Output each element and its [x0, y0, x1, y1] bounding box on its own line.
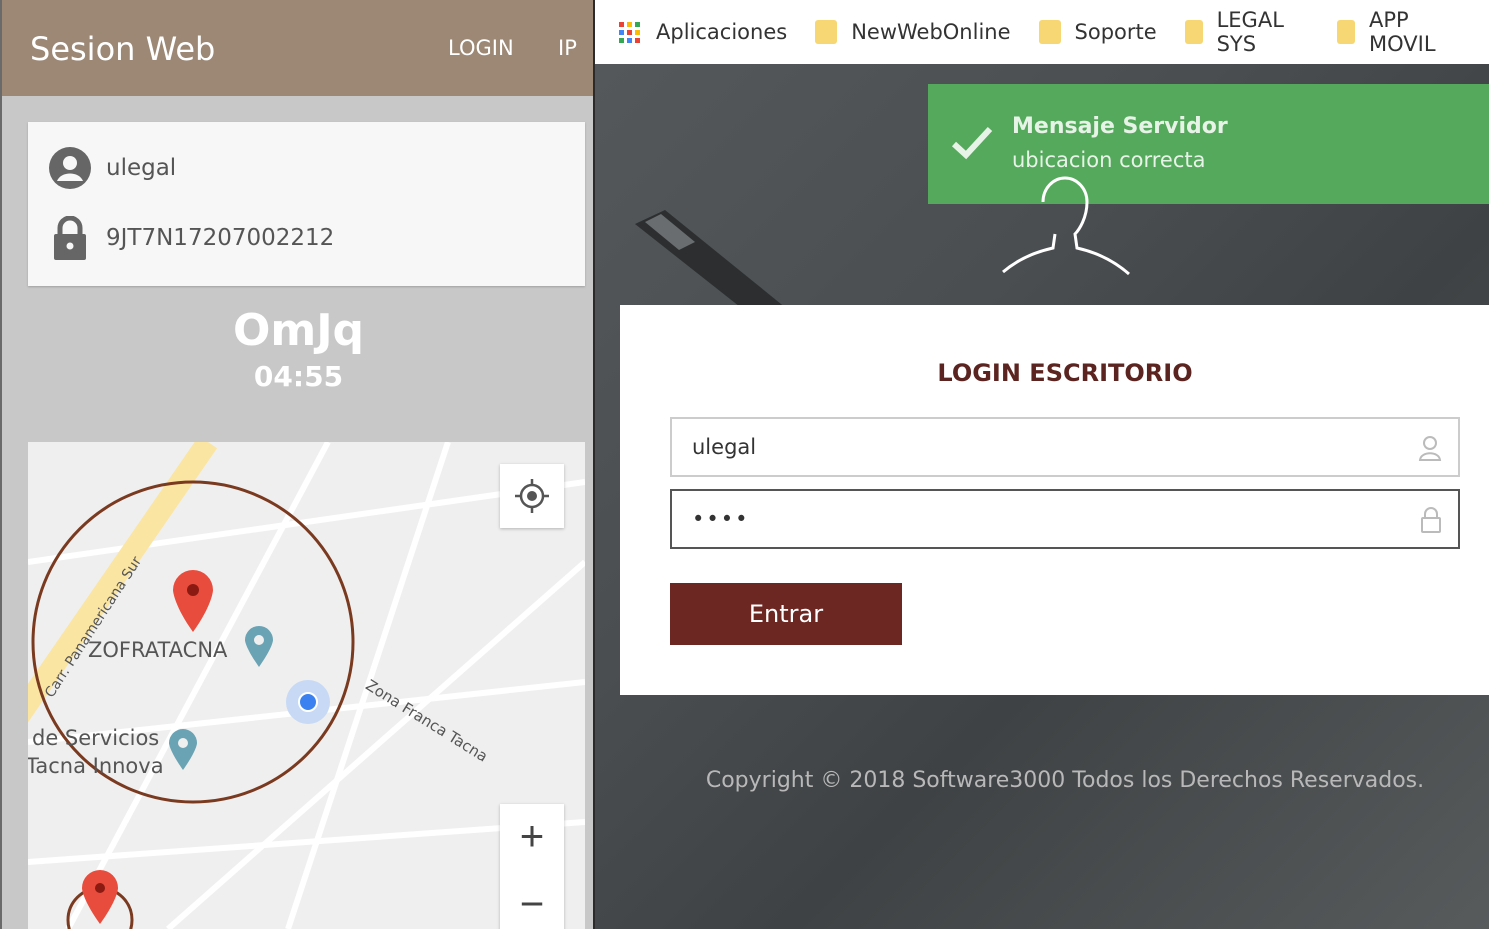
app-title: Sesion Web	[30, 30, 216, 68]
account-icon	[48, 146, 92, 190]
lock-icon	[1421, 507, 1441, 533]
user-icon	[1418, 436, 1442, 461]
user-row: ulegal	[48, 146, 176, 190]
apps-grid-icon	[619, 21, 640, 43]
user-avatar-icon	[1002, 176, 1130, 276]
my-location-button[interactable]	[500, 464, 564, 528]
copyright-footer: Copyright © 2018 Software3000 Todos los …	[705, 768, 1425, 793]
bookmark-label: Aplicaciones	[656, 20, 788, 44]
bookmark-legal-sys[interactable]: LEGAL SYS	[1184, 8, 1309, 56]
bookmark-app-movil[interactable]: APP MOVIL	[1337, 8, 1461, 56]
checkmark-icon	[951, 126, 993, 160]
desktop-login-card: LOGIN ESCRITORIO ulegal •••• Entrar	[620, 305, 1489, 695]
token-code: OmJq	[232, 305, 365, 356]
desktop-browser-panel: Aplicaciones NewWebOnline Soporte LEGAL …	[595, 0, 1489, 929]
map-poi-label-1: de Servicios	[32, 726, 160, 750]
crosshair-icon	[515, 479, 549, 513]
zoom-out-button[interactable]: −	[500, 874, 564, 929]
folder-icon	[815, 20, 838, 44]
folder-icon	[1184, 20, 1203, 44]
folder-icon	[1337, 20, 1355, 44]
bookmark-apps[interactable]: Aplicaciones	[619, 20, 787, 44]
submit-login-button[interactable]: Entrar	[670, 583, 902, 645]
tab-ip[interactable]: IP	[558, 36, 577, 60]
bookmark-label: Soporte	[1074, 20, 1157, 44]
bookmark-label: APP MOVIL	[1369, 8, 1436, 56]
login-title: LOGIN ESCRITORIO	[937, 359, 1193, 387]
lock-icon	[48, 216, 92, 260]
location-map[interactable]: Carr. Panamericana Sur ZOFRATACNA Zona F…	[28, 442, 585, 929]
bookmark-label: NewWebOnline	[851, 20, 1011, 44]
username-input[interactable]: ulegal	[670, 417, 1460, 477]
tab-login[interactable]: LOGIN	[448, 36, 514, 60]
token-timer: 04:55	[253, 360, 344, 393]
password-input[interactable]: ••••	[670, 489, 1460, 549]
username-value: ulegal	[692, 435, 757, 459]
app-header: Sesion Web LOGIN IP	[2, 0, 593, 96]
folder-icon	[1038, 20, 1061, 44]
bookmark-soporte[interactable]: Soporte	[1038, 20, 1157, 44]
zoom-control: + −	[500, 804, 564, 929]
device-row: 9JT7N17207002212	[48, 216, 334, 260]
toast-title: Mensaje Servidor	[1012, 114, 1228, 139]
zoom-in-button[interactable]: +	[500, 804, 564, 868]
token-display: OmJq 04:55	[2, 305, 593, 393]
map-poi-label-2: Tacna Innova	[28, 754, 164, 778]
password-value: ••••	[692, 507, 750, 531]
mobile-app-panel: Sesion Web LOGIN IP ulegal 9JT7N17207002…	[0, 0, 593, 929]
bookmark-newwebonline[interactable]: NewWebOnline	[815, 20, 1011, 44]
bookmarks-bar: Aplicaciones NewWebOnline Soporte LEGAL …	[595, 0, 1489, 64]
toast-message: ubicacion correcta	[1012, 148, 1206, 172]
map-place-label: ZOFRATACNA	[88, 638, 228, 662]
credentials-card: ulegal 9JT7N17207002212	[28, 122, 585, 286]
bookmark-label: LEGAL SYS	[1216, 8, 1284, 56]
username-text: ulegal	[106, 155, 177, 181]
device-code-text: 9JT7N17207002212	[106, 225, 335, 251]
